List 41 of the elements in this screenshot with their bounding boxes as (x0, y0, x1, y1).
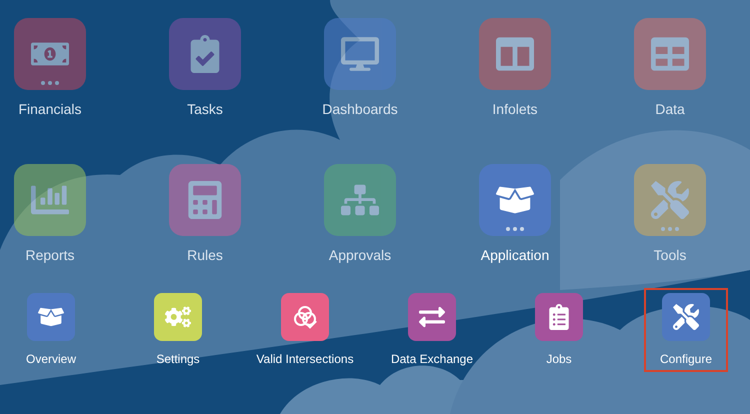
app-tile[interactable] (154, 293, 202, 341)
table-icon (651, 35, 689, 73)
app-tile[interactable] (479, 18, 551, 90)
app-tile[interactable] (408, 293, 456, 341)
tools-icon (651, 181, 689, 219)
tile-label: Configure (660, 351, 712, 368)
app-tile[interactable] (27, 293, 75, 341)
tools-icon (673, 304, 699, 330)
tile-label: Tasks (187, 100, 223, 119)
tile-label: Reports (25, 246, 75, 265)
calculator-icon (186, 181, 224, 219)
overlapping-circles-check-icon (292, 304, 318, 330)
dashboard-panel-icon (496, 35, 534, 73)
app-tile[interactable] (634, 18, 706, 90)
tile-label: Data (655, 100, 685, 119)
tile-label: Data Exchange (390, 351, 474, 368)
app-tile[interactable] (324, 164, 396, 236)
app-tile[interactable] (324, 18, 396, 90)
app-tile[interactable] (535, 293, 583, 341)
tile-label: Rules (187, 246, 223, 265)
app-tile[interactable] (479, 164, 551, 236)
tile-label: Application (480, 246, 550, 265)
tile-label: Tools (654, 246, 686, 265)
tile-label: Financials (18, 100, 82, 119)
exchange-arrows-icon (419, 304, 445, 330)
tile-label: Settings (156, 351, 200, 368)
tile-label: Dashboards (322, 100, 398, 119)
tile-label: Jobs (546, 351, 572, 368)
app-tile[interactable] (169, 18, 241, 90)
tile-label: Infolets (492, 100, 538, 119)
tile-label: Valid Intersections (256, 351, 354, 368)
tile-label: Approvals (328, 246, 392, 265)
app-tile[interactable] (14, 18, 86, 90)
app-tile[interactable] (281, 293, 329, 341)
app-tile[interactable] (662, 293, 710, 341)
monitor-icon (341, 35, 379, 73)
app-tile[interactable] (169, 164, 241, 236)
app-tile[interactable] (634, 164, 706, 236)
app-tile[interactable] (14, 164, 86, 236)
tile-label: Overview (26, 351, 76, 368)
gears-icon (165, 304, 191, 330)
